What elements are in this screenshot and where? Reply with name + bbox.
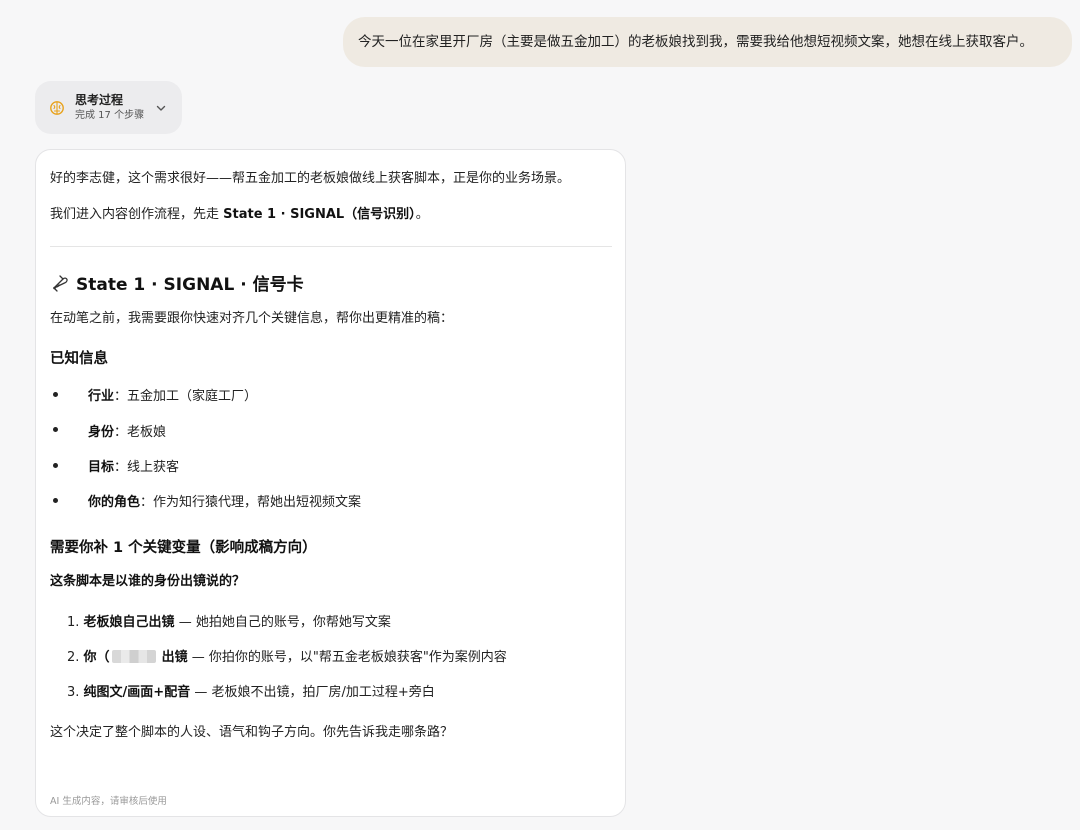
chat-page: 今天一位在家里开厂房（主要是做五金加工）的老板娘找到我，需要我给他想短视频文案，… <box>0 0 1080 830</box>
bullet-dot <box>53 498 58 503</box>
option-bold-suffix: 出镜 <box>161 650 188 665</box>
intro-text: 我们进入内容创作流程，先走 State 1 · SIGNAL（信号识别）。 <box>50 203 429 222</box>
thinking-process-toggle[interactable]: 思考过程 完成 17 个步骤 <box>35 81 182 134</box>
option-rest: — 她拍她自己的账号，你帮她写文案 <box>174 615 391 630</box>
lead-text: 在动笔之前，我需要跟你快速对齐几个关键信息，帮你出更精准的稿： <box>50 311 454 326</box>
intro-suffix: 。 <box>415 207 429 222</box>
known-item-industry: 行业：五金加工（家庭工厂） <box>88 385 257 404</box>
closing-text: 这个决定了整个脚本的人设、语气和钩子方向。你先告诉我走哪条路？ <box>50 725 454 740</box>
option-rest: — 老板娘不出镜，拍厂房/加工过程+旁白 <box>190 685 435 700</box>
intro-bold: State 1 · SIGNAL（信号识别） <box>223 207 416 222</box>
state-heading-text: State 1 · SIGNAL · 信号卡 <box>76 275 304 295</box>
need-heading: 需要你补 1 个关键变量（影响成稿方向） <box>50 540 317 556</box>
greeting-text: 好的李志健，这个需求很好——帮五金加工的老板娘做线上获客脚本，正是你的业务场景。 <box>50 171 571 186</box>
brain-icon <box>49 100 65 116</box>
thinking-text: 思考过程 完成 17 个步骤 <box>75 92 144 123</box>
known-item-identity: 身份：老板娘 <box>88 421 166 440</box>
intro-prefix: 我们进入内容创作流程，先走 <box>50 207 224 222</box>
known-heading: 已知信息 <box>50 351 108 367</box>
section-divider <box>50 246 612 247</box>
option-rest: — 你拍你的账号，以"帮五金老板娘获客"作为案例内容 <box>187 650 507 665</box>
known-value: ：线上获客 <box>114 460 180 475</box>
bullet-dot <box>53 427 58 432</box>
known-item-role: 你的角色：作为知行猿代理，帮她出短视频文案 <box>88 491 361 510</box>
known-label: 目标 <box>88 460 115 475</box>
option-number: 1. <box>67 615 80 630</box>
option-bold-prefix: 你（ <box>83 650 110 665</box>
assistant-response-card: 好的李志健，这个需求很好——帮五金加工的老板娘做线上获客脚本，正是你的业务场景。… <box>35 149 626 817</box>
known-value: ：五金加工（家庭工厂） <box>114 389 258 404</box>
known-label: 你的角色 <box>88 495 141 510</box>
option-number: 3. <box>67 685 80 700</box>
bullet-dot <box>53 463 58 468</box>
known-value: ：老板娘 <box>114 425 167 440</box>
known-label: 行业 <box>88 389 115 404</box>
option-number: 2. <box>67 650 80 665</box>
user-message-text: 今天一位在家里开厂房（主要是做五金加工）的老板娘找到我，需要我给他想短视频文案，… <box>358 34 1033 50</box>
ai-disclaimer: AI 生成内容，请审核后使用 <box>50 796 167 807</box>
option-bold: 老板娘自己出镜 <box>83 615 175 630</box>
state-heading: State 1 · SIGNAL · 信号卡 <box>50 270 304 295</box>
option-2: 2. 你（ 出镜 — 你拍你的账号，以"帮五金老板娘获客"作为案例内容 <box>67 646 507 665</box>
known-label: 身份 <box>88 425 115 440</box>
user-message-bubble: 今天一位在家里开厂房（主要是做五金加工）的老板娘找到我，需要我给他想短视频文案，… <box>343 17 1072 67</box>
redacted-name <box>111 650 156 663</box>
question-text: 这条脚本是以谁的身份出镜说的？ <box>50 574 246 589</box>
thinking-steps: 完成 17 个步骤 <box>75 110 145 121</box>
option-1: 1. 老板娘自己出镜 — 她拍她自己的账号，你帮她写文案 <box>67 611 391 630</box>
known-value: ：作为知行猿代理，帮她出短视频文案 <box>140 495 362 510</box>
known-item-goal: 目标：线上获客 <box>88 456 179 475</box>
thinking-title: 思考过程 <box>75 93 124 107</box>
bullet-dot <box>53 392 58 397</box>
bell-icon <box>50 273 70 293</box>
option-bold: 纯图文/画面+配音 <box>83 685 191 700</box>
chevron-down-icon[interactable] <box>154 100 168 114</box>
option-3: 3. 纯图文/画面+配音 — 老板娘不出镜，拍厂房/加工过程+旁白 <box>67 681 435 700</box>
